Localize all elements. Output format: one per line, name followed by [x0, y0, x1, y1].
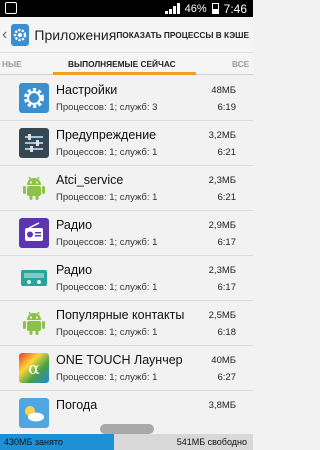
app-runtime: 6:19	[217, 102, 237, 113]
android-icon	[17, 171, 51, 205]
notification-icon	[5, 2, 17, 14]
list-item[interactable]: α ONE TOUCH Лаунчер Процессов: 1; служб:…	[0, 346, 253, 391]
list-item[interactable]: Atci_service Процессов: 1; служб: 1 2,3М…	[0, 166, 253, 211]
app-runtime: 6:18	[217, 327, 237, 338]
memory-free: 541МБ свободно	[114, 434, 253, 450]
back-icon[interactable]: ‹	[2, 26, 10, 43]
list-item[interactable]: Настройки Процессов: 1; служб: 3 48МБ 6:…	[0, 76, 253, 121]
app-processes: Процессов: 1; служб: 1	[56, 327, 158, 338]
battery-percent: 46%	[184, 2, 207, 15]
battery-icon	[211, 3, 219, 14]
app-memory: 2,9МБ	[208, 220, 236, 231]
app-runtime: 6:21	[217, 147, 237, 158]
app-memory: 3,2МБ	[208, 130, 236, 141]
show-cached-processes-button[interactable]: ПОКАЗАТЬ ПРОЦЕССЫ В КЭШЕ	[116, 30, 249, 40]
list-item[interactable]: Радио Процессов: 1; служб: 1 2,9МБ 6:17	[0, 211, 253, 256]
radio-icon	[17, 216, 51, 250]
app-processes: Процессов: 1; служб: 1	[56, 147, 158, 158]
app-name: Популярные контакты	[56, 308, 185, 322]
list-item[interactable]: Радио Процессов: 1; служб: 1 2,3МБ 6:17	[0, 256, 253, 301]
page-indicator	[100, 424, 154, 434]
app-name: Радио	[56, 263, 93, 277]
tab-indicator	[53, 72, 196, 75]
list-item[interactable]: Популярные контакты Процессов: 1; служб:…	[0, 301, 253, 346]
tab-downloaded[interactable]: НЫЕ	[2, 59, 22, 69]
app-name: Atci_service	[56, 173, 124, 187]
app-runtime: 6:21	[217, 192, 237, 203]
fm-radio-icon	[17, 261, 51, 295]
settings-icon	[17, 81, 51, 115]
signal-icon	[164, 3, 180, 14]
app-memory: 40МБ	[211, 355, 236, 366]
tab-running[interactable]: ВЫПОЛНЯЕМЫЕ СЕЙЧАС	[68, 59, 176, 69]
app-processes: Процессов: 1; служб: 1	[56, 282, 158, 293]
app-processes: Процессов: 1; служб: 1	[56, 237, 158, 248]
app-name: ONE TOUCH Лаунчер	[56, 353, 183, 367]
page-title: Приложения	[34, 26, 117, 43]
sliders-icon	[17, 126, 51, 160]
status-bar: 46% 7:46	[0, 0, 253, 17]
app-runtime: 6:17	[217, 282, 237, 293]
app-memory: 48МБ	[211, 85, 236, 96]
android-icon	[17, 306, 51, 340]
app-runtime: 6:27	[217, 372, 237, 383]
launcher-icon: α	[17, 351, 51, 385]
settings-app-icon[interactable]	[11, 23, 30, 46]
memory-used: 430МБ занято	[0, 434, 114, 450]
app-memory: 2,5МБ	[208, 310, 236, 321]
svg-text:α: α	[28, 359, 40, 379]
clock: 7:46	[223, 1, 247, 16]
app-memory: 2,3МБ	[208, 175, 236, 186]
tab-all[interactable]: ВСЕ	[232, 59, 249, 69]
memory-usage-bar: 430МБ занято 541МБ свободно	[0, 424, 253, 450]
app-name: Предупреждение	[56, 128, 157, 142]
weather-icon	[17, 396, 51, 430]
list-item[interactable]: Предупреждение Процессов: 1; служб: 1 3,…	[0, 121, 253, 166]
action-bar: ‹ Приложения ПОКАЗАТЬ ПРОЦЕССЫ В КЭШЕ	[0, 17, 253, 53]
app-name: Погода	[56, 398, 98, 412]
app-name: Радио	[56, 218, 93, 232]
app-memory: 2,3МБ	[208, 265, 236, 276]
app-processes: Процессов: 1; служб: 1	[56, 192, 158, 203]
app-runtime: 6:17	[217, 237, 237, 248]
app-processes: Процессов: 1; служб: 3	[56, 102, 158, 113]
app-memory: 3,8МБ	[208, 400, 236, 411]
tab-strip: НЫЕ ВЫПОЛНЯЕМЫЕ СЕЙЧАС ВСЕ	[0, 53, 253, 75]
app-name: Настройки	[56, 83, 118, 97]
app-processes: Процессов: 1; служб: 1	[56, 372, 158, 383]
